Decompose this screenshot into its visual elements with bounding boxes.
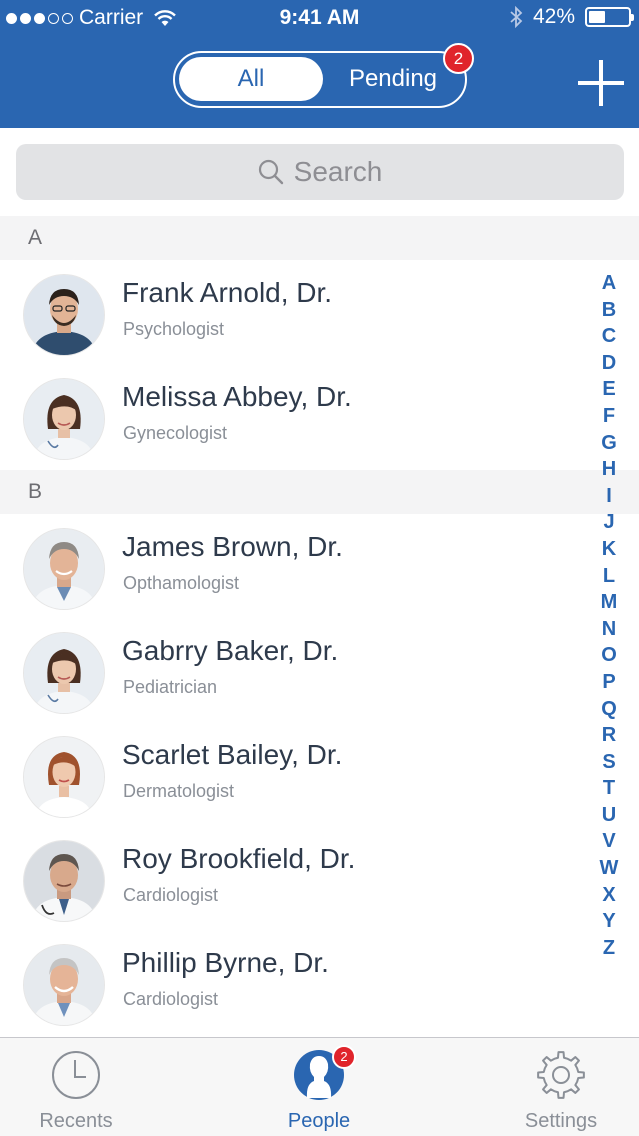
contact-row[interactable]: James Brown, Dr. Opthamologist — [0, 514, 590, 618]
index-letter[interactable]: X — [596, 882, 622, 909]
contact-specialty: Dermatologist — [123, 781, 235, 801]
avatar — [24, 945, 104, 1025]
tab-recents-label: Recents — [39, 1110, 113, 1132]
clock-icon — [52, 1051, 100, 1099]
tab-recents[interactable]: Recents — [0, 1038, 156, 1136]
index-letter[interactable]: Q — [596, 696, 622, 723]
tab-settings[interactable]: Settings — [481, 1038, 639, 1136]
avatar — [24, 529, 104, 609]
index-letter[interactable]: F — [596, 403, 622, 430]
index-letter[interactable]: U — [596, 802, 622, 829]
tab-pending[interactable]: Pending — [325, 57, 461, 101]
contact-name: James Brown, Dr. — [122, 531, 343, 562]
index-letter[interactable]: L — [596, 563, 622, 590]
status-bar: Carrier 9:41 AM 42% — [0, 0, 639, 36]
index-letter[interactable]: Y — [596, 908, 622, 935]
index-letter[interactable]: A — [596, 270, 622, 297]
index-letter[interactable]: I — [596, 483, 622, 510]
contact-row[interactable]: Roy Brookfield, Dr. Cardiologist — [0, 826, 590, 930]
index-letter[interactable]: H — [596, 456, 622, 483]
index-letter[interactable]: T — [596, 775, 622, 802]
contact-name: Roy Brookfield, Dr. — [122, 843, 356, 874]
avatar — [24, 379, 104, 459]
tab-people-label: People — [287, 1110, 351, 1132]
index-letter[interactable]: W — [596, 855, 622, 882]
search-icon — [258, 159, 283, 185]
battery-icon — [585, 7, 634, 27]
alphabet-index[interactable]: ABCDEFGHIJKLMNOPQRSTUVWXYZ — [596, 270, 622, 961]
contact-row[interactable]: Phillip Byrne, Dr. Cardiologist — [0, 930, 590, 1034]
battery-percent: 42% — [532, 5, 575, 28]
index-letter[interactable]: K — [596, 536, 622, 563]
tab-all[interactable]: All — [179, 57, 323, 101]
contact-row[interactable]: Melissa Abbey, Dr. Gynecologist — [0, 364, 590, 468]
add-contact-button[interactable] — [578, 60, 624, 106]
people-badge: 2 — [332, 1045, 356, 1069]
index-letter[interactable]: R — [596, 722, 622, 749]
contact-name: Scarlet Bailey, Dr. — [122, 739, 343, 770]
avatar — [24, 737, 104, 817]
tab-people[interactable]: 2 People — [239, 1038, 399, 1136]
avatar — [24, 275, 104, 355]
index-letter[interactable]: C — [596, 323, 622, 350]
avatar — [24, 633, 104, 713]
contact-name: Phillip Byrne, Dr. — [122, 947, 329, 978]
index-letter[interactable]: Z — [596, 935, 622, 962]
avatar — [24, 841, 104, 921]
contact-specialty: Cardiologist — [123, 989, 219, 1009]
contact-name: Gabrry Baker, Dr. — [122, 635, 339, 666]
index-letter[interactable]: B — [596, 297, 622, 324]
contact-row[interactable]: Frank Arnold, Dr. Psychologist — [0, 260, 590, 364]
contact-specialty: Cardiologist — [123, 885, 219, 905]
index-letter[interactable]: D — [596, 350, 622, 377]
contact-name: Frank Arnold, Dr. — [122, 277, 333, 308]
index-letter[interactable]: S — [596, 749, 622, 776]
filter-segmented-control: All Pending — [173, 51, 467, 108]
pending-count-badge: 2 — [443, 43, 474, 74]
contact-specialty: Gynecologist — [123, 423, 228, 443]
section-header-b: B — [0, 470, 639, 514]
index-letter[interactable]: N — [596, 616, 622, 643]
contact-row[interactable]: Gabrry Baker, Dr. Pediatrician — [0, 618, 590, 722]
contact-name: Melissa Abbey, Dr. — [122, 381, 352, 412]
bluetooth-icon — [510, 6, 523, 28]
contact-row[interactable]: Scarlet Bailey, Dr. Dermatologist — [0, 722, 590, 826]
contact-specialty: Pediatrician — [123, 677, 218, 697]
gear-icon — [537, 1051, 585, 1099]
tab-settings-label: Settings — [524, 1110, 598, 1132]
section-header-a: A — [0, 216, 639, 260]
tab-bar: Recents 2 People Settings — [0, 1037, 639, 1136]
search-placeholder: Search — [293, 156, 383, 187]
index-letter[interactable]: G — [596, 430, 622, 457]
contact-specialty: Psychologist — [123, 319, 225, 339]
index-letter[interactable]: J — [596, 509, 622, 536]
index-letter[interactable]: M — [596, 589, 622, 616]
contact-specialty: Opthamologist — [123, 573, 240, 593]
search-field[interactable]: Search — [16, 144, 624, 200]
nav-header: Carrier 9:41 AM 42% All Pending 2 — [0, 0, 639, 128]
index-letter[interactable]: V — [596, 828, 622, 855]
status-right: 42% — [509, 5, 634, 29]
index-letter[interactable]: P — [596, 669, 622, 696]
index-letter[interactable]: O — [596, 642, 622, 669]
search-container: Search — [0, 128, 639, 216]
index-letter[interactable]: E — [596, 376, 622, 403]
